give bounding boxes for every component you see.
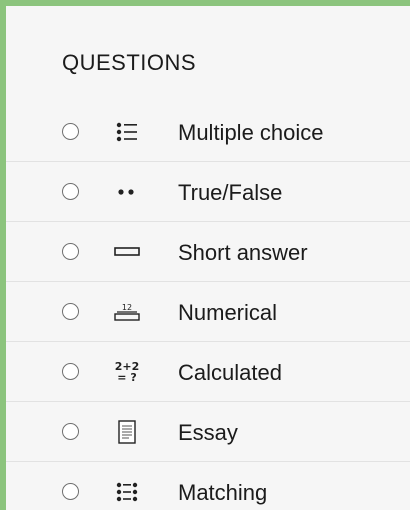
radio-button[interactable] xyxy=(62,303,79,320)
radio-button[interactable] xyxy=(62,483,79,500)
numerical-icon: 12 xyxy=(109,297,145,327)
question-type-label: Calculated xyxy=(178,360,282,385)
question-type-true-false[interactable]: True/False xyxy=(6,162,410,222)
matching-icon xyxy=(109,477,145,507)
question-type-matching[interactable]: Matching xyxy=(6,462,410,522)
question-type-essay[interactable]: Essay xyxy=(6,402,410,462)
question-type-label: Multiple choice xyxy=(178,120,324,145)
question-type-list: Multiple choice True/False Short answer xyxy=(6,102,410,522)
question-type-panel: QUESTIONS Multiple choice True/False Sho… xyxy=(0,0,410,510)
question-type-numerical[interactable]: 12 Numerical xyxy=(6,282,410,342)
question-type-label: Numerical xyxy=(178,300,278,325)
svg-text:12: 12 xyxy=(122,303,132,312)
radio-button[interactable] xyxy=(62,363,79,380)
multiple-choice-icon xyxy=(109,117,145,147)
question-type-short-answer[interactable]: Short answer xyxy=(6,222,410,282)
short-answer-icon xyxy=(109,237,145,267)
question-type-label: True/False xyxy=(178,180,283,205)
question-type-label: Short answer xyxy=(178,240,308,265)
question-type-calculated[interactable]: 2+2 = ? Calculated xyxy=(6,342,410,402)
radio-button[interactable] xyxy=(62,243,79,260)
section-heading: QUESTIONS xyxy=(62,50,197,75)
question-type-label: Essay xyxy=(178,420,238,445)
calculated-icon-bottom: = ? xyxy=(117,371,137,384)
question-type-multiple-choice[interactable]: Multiple choice xyxy=(6,102,410,162)
calculated-icon: 2+2 = ? xyxy=(109,357,145,387)
radio-button[interactable] xyxy=(62,183,79,200)
radio-button[interactable] xyxy=(62,123,79,140)
question-type-label: Matching xyxy=(178,480,268,505)
radio-button[interactable] xyxy=(62,423,79,440)
essay-icon xyxy=(109,417,145,447)
true-false-icon xyxy=(109,177,145,207)
